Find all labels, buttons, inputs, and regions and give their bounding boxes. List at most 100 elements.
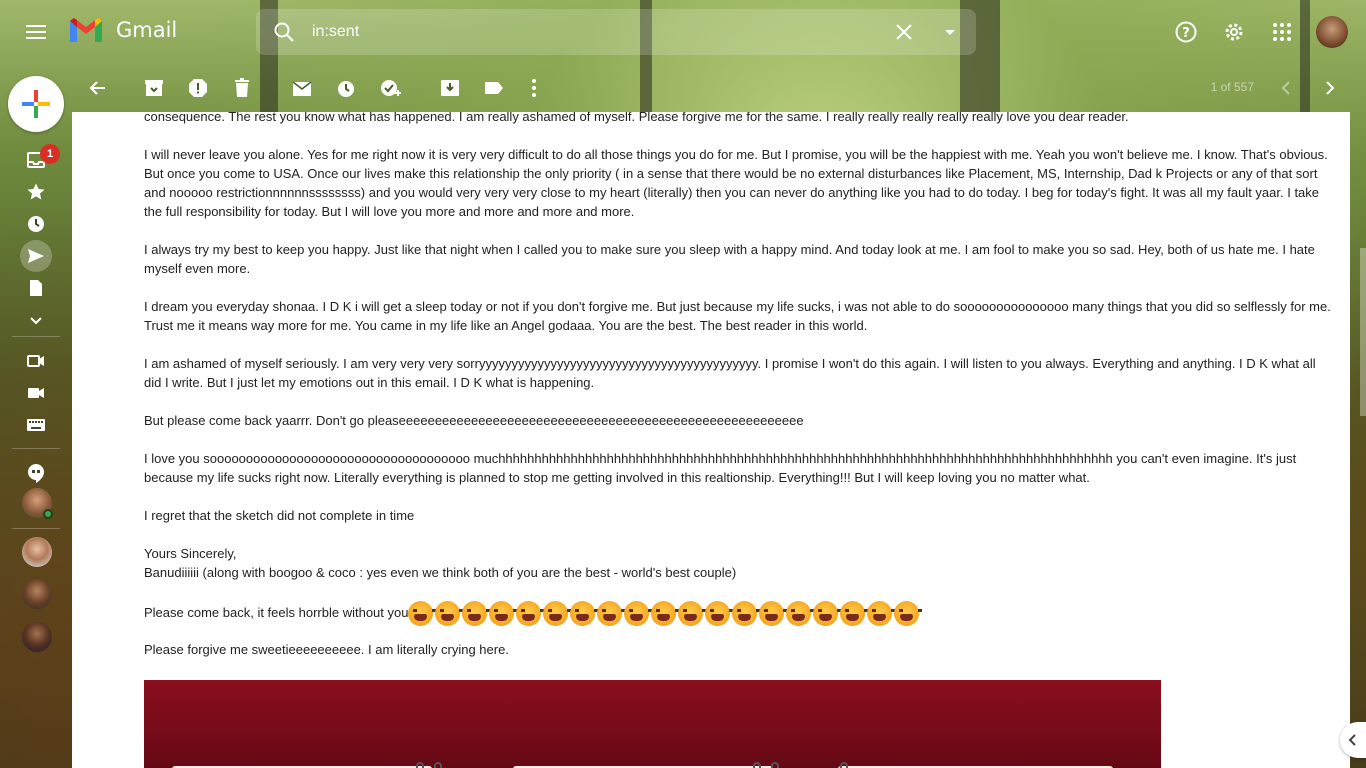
app-name: Gmail: [116, 17, 178, 42]
email-paragraph: Please forgive me sweetieeeeeeeeee. I am…: [144, 642, 509, 657]
sketch-photo[interactable]: [144, 680, 483, 768]
tired-face-emoji: [624, 601, 653, 626]
rail-divider: [12, 528, 60, 529]
svg-text:?: ?: [1182, 26, 1190, 41]
meet-join[interactable]: [20, 409, 52, 441]
video-camera-icon: [28, 388, 44, 398]
tired-face-emoji: [516, 601, 545, 626]
label-icon[interactable]: [482, 76, 506, 100]
snooze-icon[interactable]: [334, 76, 358, 100]
report-spam-icon[interactable]: [186, 76, 210, 100]
sketch-photo[interactable]: [822, 680, 1161, 768]
tired-face-emoji: [570, 601, 599, 626]
email-body: consequence. The rest you know what has …: [144, 112, 1334, 678]
come-back-text: Please come back, it feels horrble witho…: [144, 604, 409, 620]
back-arrow-icon[interactable]: [86, 76, 110, 100]
settings-button[interactable]: [1214, 12, 1254, 52]
email-paragraph: I regret that the sketch did not complet…: [144, 508, 415, 523]
tired-face-emoji: [813, 601, 842, 626]
support-button[interactable]: ?: [1166, 12, 1206, 52]
tired-face-emoji: [732, 601, 761, 626]
top-right-controls: ?: [1166, 12, 1348, 52]
clear-search-icon[interactable]: [892, 20, 916, 44]
inbox-unread-badge: 1: [40, 144, 60, 164]
tired-face-emoji: [678, 601, 707, 626]
search-icon[interactable]: [272, 20, 296, 44]
star-icon: [27, 183, 45, 200]
account-avatar[interactable]: [1316, 16, 1348, 48]
tired-face-emoji: [840, 601, 869, 626]
nav-sent[interactable]: [20, 240, 52, 272]
nav-snoozed[interactable]: [20, 208, 52, 240]
tired-face-emoji: [462, 601, 491, 626]
gear-icon: [1225, 23, 1243, 41]
add-to-tasks-icon[interactable]: [378, 76, 402, 100]
email-paragraph: I am ashamed of myself seriously. I am v…: [144, 356, 1316, 390]
send-icon: [28, 249, 44, 263]
search-bar: [256, 9, 976, 55]
main-menu-button[interactable]: [16, 12, 56, 52]
top-bar: Gmail ?: [0, 0, 1366, 64]
scrollbar-thumb[interactable]: [1360, 248, 1366, 416]
email-paragraph: I love you soooooooooooooooooooooooooooo…: [144, 451, 1297, 485]
signature: Banudiiiiii (along with boogoo & coco : …: [144, 565, 737, 580]
compose-button[interactable]: [8, 76, 64, 132]
more-vert-icon[interactable]: [522, 76, 546, 100]
chevron-right-icon[interactable]: [1318, 76, 1342, 100]
email-paragraph: I will never leave you alone. Yes for me…: [144, 147, 1328, 219]
nav-more[interactable]: [20, 304, 52, 336]
chevron-left-icon[interactable]: [1274, 76, 1298, 100]
tired-face-emoji: [705, 601, 734, 626]
nav-starred[interactable]: [20, 176, 52, 208]
delete-icon[interactable]: [230, 76, 254, 100]
move-to-icon[interactable]: [438, 76, 462, 100]
contact-avatar[interactable]: [22, 622, 52, 652]
contact-avatar[interactable]: [22, 579, 52, 609]
apps-grid-icon: [1273, 23, 1291, 41]
chevron-down-icon: [30, 317, 42, 325]
rail-divider: [12, 448, 60, 449]
online-status-dot: [43, 509, 53, 519]
meet-my-meetings[interactable]: [20, 377, 52, 409]
draft-icon: [30, 280, 42, 296]
tired-face-emoji: [435, 601, 464, 626]
chevron-left-icon: [1348, 734, 1356, 746]
email-paragraph: I always try my best to keep you happy. …: [144, 242, 1315, 276]
message-toolbar: 1 of 557: [72, 64, 1350, 112]
tired-face-emoji: [597, 601, 626, 626]
mark-unread-icon[interactable]: [290, 76, 314, 100]
contact-avatar[interactable]: [22, 537, 52, 567]
help-icon: ?: [1175, 21, 1197, 43]
apps-button[interactable]: [1262, 12, 1302, 52]
compose-plus-icon: [22, 90, 50, 118]
signoff: Yours Sincerely,: [144, 546, 237, 561]
meet-new-meeting[interactable]: [20, 345, 52, 377]
tired-face-emoji: [786, 601, 815, 626]
archive-icon[interactable]: [142, 76, 166, 100]
sketch-photo[interactable]: [483, 680, 822, 768]
emoji-row: [408, 601, 923, 626]
tired-face-emoji: [759, 601, 788, 626]
clock-icon: [28, 216, 44, 232]
tired-face-emoji: [867, 601, 896, 626]
keyboard-icon: [27, 419, 45, 431]
tired-face-emoji: [489, 601, 518, 626]
nav-drafts[interactable]: [20, 272, 52, 304]
search-options-icon[interactable]: [938, 20, 962, 44]
pagination-count: 1 of 557: [1210, 80, 1254, 94]
gmail-logo[interactable]: Gmail: [68, 16, 177, 43]
left-rail: 1: [0, 64, 72, 768]
tired-face-emoji: [651, 601, 680, 626]
email-paragraph: I dream you everyday shonaa. I D K i wil…: [144, 299, 1331, 333]
email-paragraph-emoji: Please come back, it feels horrble witho…: [144, 601, 1334, 626]
hangouts-button[interactable]: [20, 457, 52, 489]
video-icon: [27, 355, 44, 367]
rail-divider: [12, 336, 60, 337]
email-paragraph: consequence. The rest you know what has …: [144, 112, 1129, 124]
attachment-images: [144, 680, 1161, 768]
tired-face-emoji: [543, 601, 572, 626]
search-input[interactable]: [312, 9, 872, 55]
email-paragraph: But please come back yaarrr. Don't go pl…: [144, 413, 804, 428]
message-pane: consequence. The rest you know what has …: [72, 112, 1350, 768]
hangouts-icon: [28, 464, 44, 483]
